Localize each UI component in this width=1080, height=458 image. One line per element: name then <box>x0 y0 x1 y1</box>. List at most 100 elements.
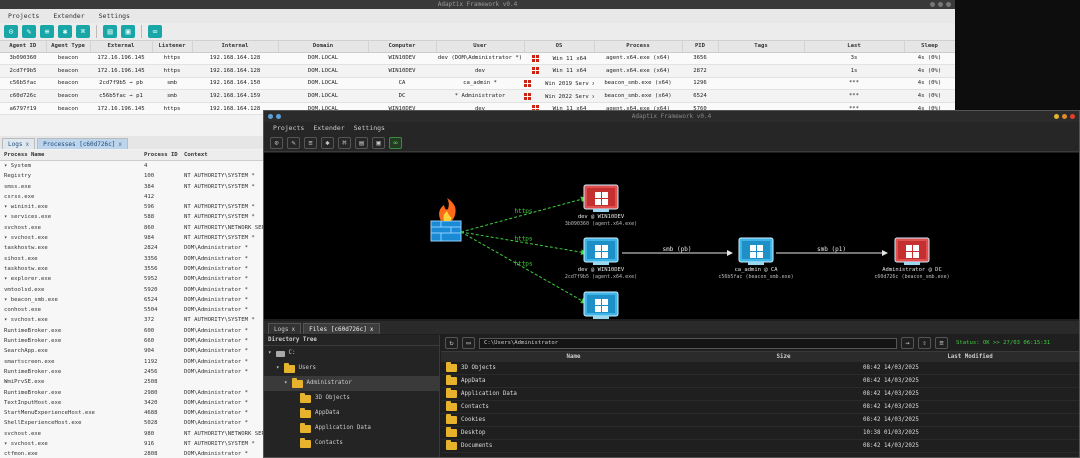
col-context[interactable]: Context <box>180 150 265 160</box>
go-arrow-icon[interactable]: → <box>901 337 914 349</box>
menu-settings[interactable]: Settings <box>354 122 385 135</box>
agent-row[interactable]: c60d726c beacon c56b5fac → p1 smb 192.168.16… <box>0 89 955 103</box>
process-row[interactable]: TextInputHost.exe 3420 DOM\Administrator * <box>0 398 265 408</box>
file-row[interactable]: Desktop 10:38 01/03/2025 <box>441 427 1079 440</box>
process-row[interactable]: ▾ System 4 <box>0 161 265 171</box>
menu-settings[interactable]: Settings <box>99 9 130 23</box>
process-row[interactable]: ▾ svchost.exe 916 NT AUTHORITY\SYSTEM * <box>0 439 265 449</box>
file-row[interactable]: AppData 08:42 14/03/2025 <box>441 375 1079 388</box>
tree-node[interactable]: Application Data <box>264 421 439 436</box>
refresh-icon[interactable]: ↻ <box>445 337 458 349</box>
upload-icon[interactable]: ⇧ <box>918 337 931 349</box>
minimize-button[interactable] <box>930 2 935 7</box>
screenshot-icon[interactable]: ▣ <box>372 137 385 149</box>
process-row[interactable]: conhost.exe 5504 DOM\Administrator * <box>0 305 265 315</box>
process-row[interactable]: svchost.exe 980 NT AUTHORITY\NETWORK SERVI… <box>0 429 265 439</box>
menu-projects[interactable]: Projects <box>273 122 304 135</box>
agent-node[interactable]: Administrator @ DCc60d726c (beacon_smb.e… <box>874 237 950 280</box>
agent-node[interactable]: ca_admin @ CAc56b5fac (beacon_smb.exe) <box>718 237 794 280</box>
tree-node[interactable]: 3D Objects <box>264 391 439 406</box>
process-row[interactable]: WmiPrvSE.exe 2508 <box>0 377 265 387</box>
col-header[interactable]: Last <box>804 41 905 53</box>
disk-icon[interactable]: ▭ <box>462 337 475 349</box>
col-size[interactable]: Size <box>706 352 861 362</box>
list-icon[interactable]: ≡ <box>304 137 317 149</box>
process-row[interactable]: smss.exe 384 NT AUTHORITY\SYSTEM * <box>0 182 265 192</box>
file-row[interactable]: 3D Objects 08:42 14/03/2025 <box>441 362 1079 375</box>
keyboard-icon[interactable]: ▤ <box>355 137 368 149</box>
process-row[interactable]: RuntimeBroker.exe 2456 DOM\Administrator * <box>0 367 265 377</box>
path-input[interactable] <box>479 337 897 349</box>
col-header[interactable]: Process <box>594 41 683 53</box>
file-row[interactable]: Application Data 08:42 14/03/2025 <box>441 388 1079 401</box>
close-button[interactable] <box>946 2 951 7</box>
tree-node[interactable]: AppData <box>264 406 439 421</box>
close-icon[interactable]: x <box>291 325 295 334</box>
process-row[interactable]: ▾ wininit.exe 596 NT AUTHORITY\SYSTEM * <box>0 202 265 212</box>
chevron-down-icon[interactable]: ▾ <box>284 376 288 391</box>
tab-processes[interactable]: Processes [c60d726c] x <box>37 138 128 149</box>
tab-logs[interactable]: Logs x <box>2 138 36 149</box>
agent-node[interactable]: dev @ WIN10DEV3b090360 (agent.x64.exe) <box>565 184 637 227</box>
process-row[interactable]: ctfmon.exe 2808 DOM\Administrator * <box>0 449 265 458</box>
menu-extender[interactable]: Extender <box>53 9 84 23</box>
process-row[interactable]: ▾ svchost.exe 984 NT AUTHORITY\SYSTEM * <box>0 233 265 243</box>
tree-node-drive[interactable]: ▾ C: <box>264 346 439 361</box>
menu-extender[interactable]: Extender <box>313 122 344 135</box>
process-row[interactable]: svchost.exe 860 NT AUTHORITY\NETWORK SERVI… <box>0 223 265 233</box>
tab-files[interactable]: Files [c60d726c] x <box>303 323 380 334</box>
headphones-icon[interactable]: ⊙ <box>270 137 283 149</box>
minimize-button[interactable] <box>1054 114 1059 119</box>
col-header[interactable]: External <box>90 41 153 53</box>
process-row[interactable]: SearchApp.exe 904 DOM\Administrator * <box>0 346 265 356</box>
process-row[interactable]: ShellExperienceHost.exe 5028 DOM\Administr… <box>0 418 265 428</box>
process-row[interactable]: smartscreen.exe 1192 DOM\Administrator * <box>0 357 265 367</box>
process-row[interactable]: ▾ services.exe 588 NT AUTHORITY\SYSTEM * <box>0 212 265 222</box>
col-name[interactable]: Name <box>441 352 706 362</box>
col-header[interactable]: Domain <box>278 41 369 53</box>
menu-icon[interactable]: ≡ <box>935 337 948 349</box>
network-icon[interactable]: ✱ <box>321 137 334 149</box>
network-icon[interactable]: ✱ <box>58 25 72 38</box>
col-header[interactable]: Computer <box>368 41 437 53</box>
target-icon[interactable]: ⌘ <box>76 25 90 38</box>
process-row[interactable]: ▾ explorer.exe 5952 DOM\Administrator * <box>0 274 265 284</box>
process-row[interactable]: csrss.exe 412 <box>0 192 265 202</box>
close-icon[interactable]: x <box>118 140 122 149</box>
headphones-icon[interactable]: ⊙ <box>4 25 18 38</box>
col-header[interactable]: PID <box>682 41 719 53</box>
file-row[interactable]: Documents 08:42 14/03/2025 <box>441 440 1079 453</box>
file-row[interactable]: Contacts 08:42 14/03/2025 <box>441 401 1079 414</box>
process-row[interactable]: ▾ svchost.exe 372 NT AUTHORITY\SYSTEM * <box>0 315 265 325</box>
agent-row[interactable]: 2cd7f9b5 beacon 172.16.196.145 https 192.168… <box>0 64 955 78</box>
chevron-down-icon[interactable]: ▾ <box>276 361 280 376</box>
process-row[interactable]: vmtoolsd.exe 5920 DOM\Administrator * <box>0 285 265 295</box>
process-row[interactable]: RuntimeBroker.exe 2980 DOM\Administrator * <box>0 388 265 398</box>
col-header[interactable]: Agent ID <box>0 41 47 53</box>
process-row[interactable]: RuntimeBroker.exe 660 DOM\Administrator * <box>0 336 265 346</box>
col-header[interactable]: Sleep <box>904 41 955 53</box>
process-row[interactable]: sihost.exe 3356 DOM\Administrator * <box>0 254 265 264</box>
agent-row[interactable]: c56b5fac beacon 2cd7f9b5 → pb smb 192.168.16… <box>0 77 955 91</box>
screenshot-icon[interactable]: ▣ <box>121 25 135 38</box>
chevron-down-icon[interactable]: ▾ <box>268 346 272 361</box>
process-row[interactable]: ▾ beacon_smb.exe 6524 DOM\Administrator * <box>0 295 265 305</box>
close-icon[interactable]: x <box>25 140 29 149</box>
agent-node[interactable]: dev @ WIN10DEVa6797f19 (agent.x64.exe) <box>565 291 637 334</box>
tree-node[interactable]: Contacts <box>264 436 439 451</box>
tab-logs[interactable]: Logs x <box>268 323 302 334</box>
col-modified[interactable]: Last Modified <box>861 352 1079 362</box>
tree-node[interactable]: ▾ Users <box>264 361 439 376</box>
link-icon[interactable]: ∞ <box>148 25 162 38</box>
agent-node[interactable]: dev @ WIN10DEV2cd7f9b5 (agent.x64.exe) <box>565 237 637 280</box>
target-icon[interactable]: ⌘ <box>338 137 351 149</box>
process-row[interactable]: taskhostw.exe 2824 DOM\Administrator * <box>0 243 265 253</box>
process-row[interactable]: taskhostw.exe 3556 DOM\Administrator * <box>0 264 265 274</box>
close-icon[interactable]: x <box>370 325 374 334</box>
process-row[interactable]: StartMenuExperienceHost.exe 4688 DOM\Admin… <box>0 408 265 418</box>
agent-row[interactable]: 3b090360 beacon 172.16.196.145 https 192.168… <box>0 52 955 66</box>
file-row[interactable]: Cookies 08:42 14/03/2025 <box>441 414 1079 427</box>
keyboard-icon[interactable]: ▤ <box>103 25 117 38</box>
script-icon[interactable]: ✎ <box>22 25 36 38</box>
process-row[interactable]: RuntimeBroker.exe 600 DOM\Administrator * <box>0 326 265 336</box>
